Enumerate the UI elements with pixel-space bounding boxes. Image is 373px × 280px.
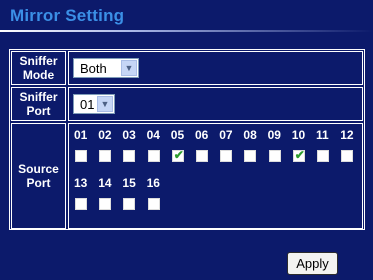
source-port-number: 05	[170, 128, 185, 142]
source-port-checkbox[interactable]	[75, 150, 87, 162]
source-port-checkbox[interactable]	[75, 198, 87, 210]
source-port-number: 12	[340, 128, 354, 142]
source-port-checkbox[interactable]: ✔	[171, 148, 184, 162]
source-port-label-line2: Port	[26, 176, 51, 190]
source-port-number: 13	[74, 176, 88, 190]
sniffer-mode-row: Sniffer Mode Both ▼	[10, 51, 364, 85]
source-port-label: Source Port	[11, 123, 66, 229]
source-port-number: 15	[122, 176, 136, 190]
checkmark-icon: ✔	[173, 148, 184, 162]
mirror-settings-panel: Sniffer Mode Both ▼ Sniffer Port 01 ▼ So…	[9, 49, 365, 230]
source-port-checkbox[interactable]	[123, 198, 136, 210]
source-port-checkbox[interactable]	[99, 198, 112, 210]
source-port-checkbox[interactable]	[244, 150, 257, 162]
sniffer-mode-label-line2: Mode	[22, 68, 55, 82]
sniffer-port-value: 01	[80, 97, 95, 112]
source-port-number: 03	[122, 128, 136, 142]
sniffer-port-label-line2: Port	[26, 104, 51, 118]
source-port-number: 10	[291, 128, 306, 142]
source-port-checkbox[interactable]	[123, 150, 136, 162]
source-port-checkbox[interactable]	[268, 150, 281, 162]
page-title: Mirror Setting	[10, 6, 125, 25]
source-port-number: 06	[195, 128, 209, 142]
source-port-checkbox[interactable]	[317, 150, 329, 162]
source-port-checkbox[interactable]	[196, 150, 208, 162]
source-port-label-line1: Source	[18, 162, 59, 176]
sniffer-mode-label-line1: Sniffer	[19, 54, 58, 68]
source-port-checkbox[interactable]: ✔	[292, 148, 305, 162]
sniffer-mode-value: Both	[80, 61, 107, 76]
source-port-row: Source Port 01 02 03 04 05 ✔ 06 07 08 09 10 ✔ 11 12 13…	[10, 123, 364, 229]
sniffer-mode-field: Both ▼	[68, 51, 363, 85]
sniffer-port-select[interactable]: 01 ▼	[73, 94, 115, 114]
sniffer-mode-select[interactable]: Both ▼	[73, 58, 139, 78]
chevron-down-icon[interactable]: ▼	[121, 60, 137, 76]
source-port-number: 11	[316, 128, 329, 142]
sniffer-port-label-line1: Sniffer	[19, 90, 58, 104]
source-port-number: 02	[98, 128, 112, 142]
source-port-checkbox[interactable]	[147, 150, 160, 162]
source-port-checkbox[interactable]	[341, 150, 354, 162]
source-port-number: 09	[267, 128, 281, 142]
source-port-field: 01 02 03 04 05 ✔ 06 07 08 09 10 ✔ 11 12 13 14 15 16	[68, 123, 363, 229]
checkmark-icon: ✔	[294, 148, 305, 162]
source-port-number: 08	[243, 128, 257, 142]
sniffer-port-field: 01 ▼	[68, 87, 363, 121]
source-port-checkbox[interactable]	[147, 198, 160, 210]
sniffer-port-label: Sniffer Port	[11, 87, 66, 121]
source-port-checkbox[interactable]	[99, 150, 112, 162]
source-port-number: 07	[219, 128, 233, 142]
source-port-number: 01	[74, 128, 88, 142]
source-port-number: 04	[146, 128, 160, 142]
chevron-down-icon[interactable]: ▼	[97, 96, 113, 112]
source-port-number: 14	[98, 176, 112, 190]
apply-button[interactable]: Apply	[287, 252, 338, 275]
source-port-number: 16	[146, 176, 160, 190]
sniffer-mode-label: Sniffer Mode	[11, 51, 66, 85]
source-port-checkbox[interactable]	[220, 150, 233, 162]
title-divider	[0, 30, 373, 32]
sniffer-port-row: Sniffer Port 01 ▼	[10, 87, 364, 121]
